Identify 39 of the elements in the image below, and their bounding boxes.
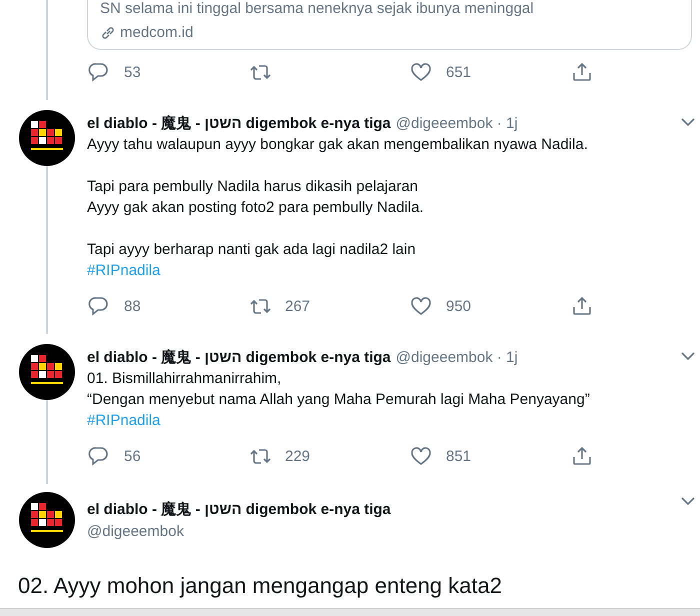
heart-icon[interactable]	[410, 61, 432, 83]
link-icon	[100, 24, 116, 40]
action-count: 851	[446, 448, 472, 464]
action-count: 56	[124, 448, 141, 464]
heart-icon[interactable]	[410, 445, 432, 467]
handle-and-time[interactable]: @digeeembok · 1j	[396, 114, 518, 132]
action-count: 88	[124, 298, 141, 314]
handle[interactable]: @digeeembok	[87, 523, 700, 540]
hashtag-link[interactable]: #RIPnadila	[87, 410, 160, 431]
link-description: SN selama ini tinggal bersama neneknya sejak ibunya meninggal	[100, 0, 535, 18]
reply-icon[interactable]	[88, 445, 110, 467]
link-preview-card[interactable]: SN selama ini tinggal bersama neneknya sejak ibunya meninggal medcom.id	[87, 0, 692, 50]
avatar-drawing[interactable]	[19, 492, 75, 548]
reply-icon[interactable]	[88, 61, 110, 83]
tweet-text: 02. Ayyy mohon jangan mengangap enteng kata2	[17, 572, 503, 600]
author-name[interactable]: el diablo - 魔鬼 - השטן digembok e-nya tiga	[87, 114, 391, 132]
avatar-drawing[interactable]	[19, 110, 75, 166]
avatar-drawing[interactable]	[19, 344, 75, 400]
share-icon[interactable]	[571, 295, 593, 317]
tweet-text: Ayyy tahu walaupun ayyy bongkar gak akan mengembalikan nyawa Nadila. Tapi para pembully Nadila harus dikasih pelajaran Ayyy gak akan posting foto2 para pembully Nadila. Tapi ayyy berharap nanti gak ada lagi nadila2 lain	[87, 135, 589, 260]
hashtag-link[interactable]: #RIPnadila	[87, 260, 160, 281]
caret-icon[interactable]	[680, 495, 696, 507]
link-domain[interactable]: medcom.id	[120, 24, 194, 41]
caret-icon[interactable]	[680, 116, 696, 128]
share-icon[interactable]	[571, 61, 593, 83]
caret-icon[interactable]	[680, 350, 696, 362]
handle-and-time[interactable]: @digeeembok · 1j	[396, 348, 518, 366]
author-name[interactable]: el diablo - 魔鬼 - השטן digembok e-nya tiga	[87, 500, 700, 519]
action-count: 950	[446, 298, 472, 314]
horizontal-scrollbar[interactable]	[0, 608, 700, 616]
reply-icon[interactable]	[88, 295, 110, 317]
action-count: 267	[285, 298, 310, 314]
action-count: 651	[446, 64, 472, 80]
action-count: 229	[285, 448, 310, 464]
author-name[interactable]: el diablo - 魔鬼 - השטן digembok e-nya tiga	[87, 348, 391, 366]
heart-icon[interactable]	[410, 295, 432, 317]
share-icon[interactable]	[571, 445, 593, 467]
tweet-text: 01. Bismillahirrahmanirrahim, “Dengan menyebut nama Allah yang Maha Pemurah lagi Maha Penyayang”	[87, 369, 591, 410]
action-count: 53	[124, 64, 141, 80]
